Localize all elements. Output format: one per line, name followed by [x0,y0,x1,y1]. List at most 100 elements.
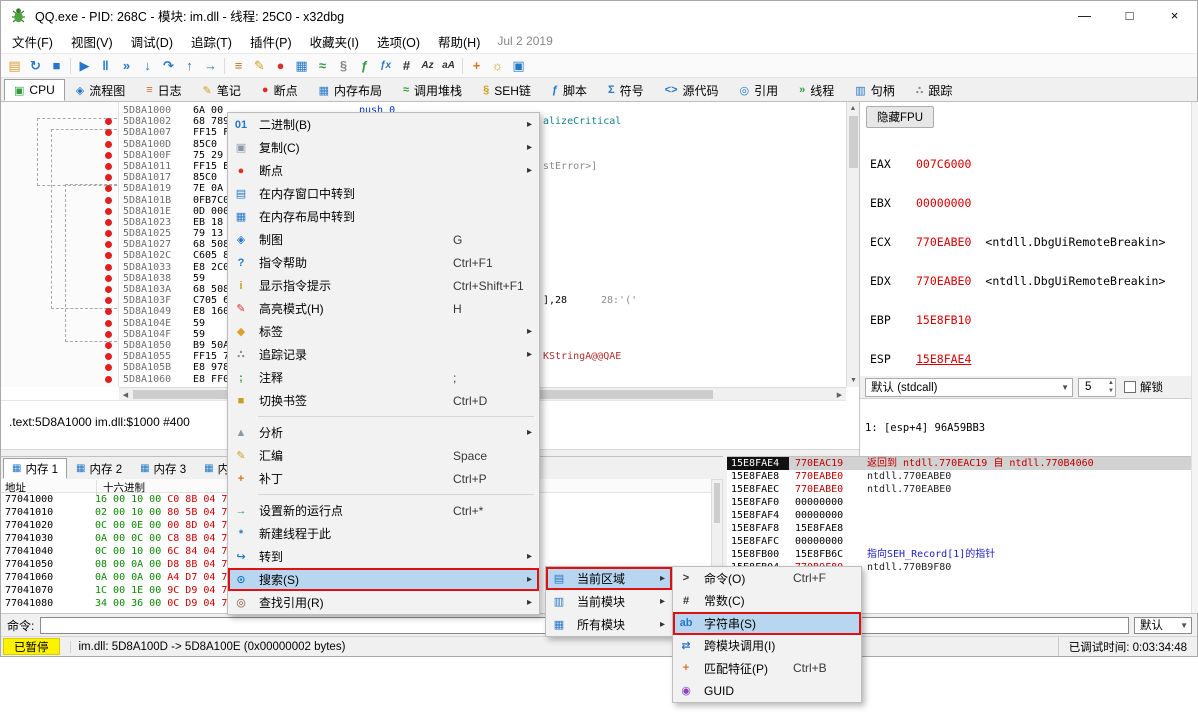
step-into-icon[interactable]: ↓ [137,55,158,76]
menu-item[interactable] [228,412,539,421]
memory-tab[interactable]: ▦ 内存 2 [67,458,131,479]
breakpoint-dot-icon[interactable] [105,331,112,338]
breakpoint-dot-icon[interactable] [105,208,112,215]
menubar-item[interactable]: 追踪(T) [182,29,241,54]
breakpoint-dot-icon[interactable] [105,353,112,360]
minimize-button[interactable]: — [1062,1,1107,29]
memory-tab[interactable]: ▦ 内存 1 [3,458,67,479]
view-tab[interactable]: ▦ 内存布局 [309,79,392,101]
checkbox-box[interactable] [1124,381,1136,393]
breakpoint-dot-icon[interactable] [105,185,112,192]
menu-item[interactable]: ◈ 制图 G [228,228,539,251]
stack-row[interactable]: 15E8FB0015E8FB6C指向SEH_Record[1]的指针 [727,548,1191,561]
menu-item[interactable]: ◎ 查找引用(R) ▸ [228,591,539,614]
view-tab[interactable]: ● 断点 [252,79,308,101]
stop-icon[interactable]: ■ [46,55,67,76]
skip-icon[interactable]: → [200,55,221,76]
run-trace-icon[interactable]: » [116,55,137,76]
stack-row[interactable]: 15E8FAE4770EAC19返回到 ntdll.770EAC19 自 ntd… [727,457,1191,470]
close-button[interactable]: × [1152,1,1197,29]
calling-convention-select[interactable]: 默认 (stdcall)▼ [865,378,1073,397]
view-tab[interactable]: Σ 符号 [598,79,654,101]
menu-item[interactable]: ▥ 当前模块 ▸ [546,590,672,613]
view-tab[interactable]: ▣ CPU [4,79,65,101]
fx-icon[interactable]: ƒx [375,55,396,76]
breakpoint-dot-icon[interactable] [105,320,112,327]
menu-item[interactable]: ● 断点 ▸ [228,159,539,182]
menu-item[interactable]: + 匹配特征(P) Ctrl+B [673,657,861,680]
view-tab[interactable]: § SEH链 [473,79,541,101]
breakpoint-dot-icon[interactable] [105,264,112,271]
script-icon[interactable]: ƒ [354,55,375,76]
menubar-item[interactable]: 选项(O) [368,29,429,54]
breakpoint-dot-icon[interactable] [105,364,112,371]
breakpoint-dot-icon[interactable] [105,197,112,204]
scroll-up-icon[interactable]: ▲ [847,102,859,115]
menubar-item[interactable]: 调试(D) [122,29,182,54]
menu-item[interactable]: ▣ 复制(C) ▸ [228,136,539,159]
log-icon[interactable]: ≡ [228,55,249,76]
registers-pane[interactable]: 隐藏FPU EAX007C6000 EBX00000000 ECX770EABE… [859,102,1191,376]
scroll-thumb[interactable] [849,116,858,168]
breakpoint-dot-icon[interactable] [105,376,112,383]
view-tab[interactable]: ∴ 跟踪 [906,79,963,101]
menubar-item[interactable]: 帮助(H) [429,29,489,54]
menu-item[interactable]: ⇄ 跨模块调用(I) [673,635,861,658]
stack-row[interactable]: 15E8FAF815E8FAE8 [727,522,1191,535]
menu-item[interactable]: ▦ 在内存布局中转到 [228,205,539,228]
menu-item[interactable]: → 设置新的运行点 Ctrl+* [228,499,539,522]
menu-item[interactable]: * 新建线程于此 [228,522,539,545]
menu-item[interactable]: ; 注释 ; [228,366,539,389]
breakpoint-dot-icon[interactable] [105,252,112,259]
menu-item[interactable]: ◉ GUID [673,680,861,703]
display-icon[interactable]: ▣ [508,55,529,76]
breakpoint-dot-icon[interactable] [105,129,112,136]
view-tab[interactable]: ƒ 脚本 [542,79,597,101]
stack-row[interactable]: 15E8FAFC00000000 [727,535,1191,548]
open-file-icon[interactable]: ▤ [4,55,25,76]
title-bar[interactable]: QQ.exe - PID: 268C - 模块: im.dll - 线程: 25… [1,1,1197,29]
toolbar-separator[interactable] [70,58,71,74]
menu-item[interactable]: ◆ 标签 ▸ [228,320,539,343]
step-over-icon[interactable]: ↷ [158,55,179,76]
menu-item[interactable]: 01 二进制(B) ▸ [228,113,539,136]
view-tab[interactable]: ≡ 日志 [136,79,191,101]
menu-item[interactable]: ab 字符串(S) [673,612,861,635]
menu-item[interactable]: ∴ 追踪记录 ▸ [228,343,539,366]
menu-item[interactable]: # 常数(C) [673,590,861,613]
call-stack-icon[interactable]: ≈ [312,55,333,76]
menu-item[interactable]: ✎ 汇编 Space [228,444,539,467]
breakpoint-dot-icon[interactable] [105,163,112,170]
view-tab[interactable]: <> 源代码 [655,79,729,101]
menubar-item[interactable]: 文件(F) [3,29,62,54]
restart-icon[interactable]: ↻ [25,55,46,76]
breakpoint-dot-icon[interactable] [105,118,112,125]
command-mode-select[interactable]: 默认▼ [1134,617,1192,634]
breakpoints-icon[interactable]: ● [270,55,291,76]
menu-item[interactable]: ⊙ 搜索(S) ▸ [228,568,539,591]
menubar-item[interactable]: 插件(P) [241,29,301,54]
menu-item[interactable]: ▤ 当前区域 ▸ [546,567,672,590]
menu-item[interactable]: ■ 切换书签 Ctrl+D [228,389,539,412]
breakpoint-dot-icon[interactable] [105,342,112,349]
stack-row[interactable]: 15E8FAEC770EABE0ntdll.770EABE0 [727,483,1191,496]
breakpoint-dot-icon[interactable] [105,141,112,148]
memory-tab[interactable]: ▦ 内存 3 [131,458,195,479]
stack-row[interactable]: 15E8FAE8770EABE0ntdll.770EABE0 [727,470,1191,483]
view-tab[interactable]: ✎ 笔记 [193,79,251,101]
settings-icon[interactable]: ☼ [487,55,508,76]
breakpoint-dot-icon[interactable] [105,241,112,248]
breakpoint-dot-icon[interactable] [105,174,112,181]
breakpoint-dot-icon[interactable] [105,275,112,282]
breakpoint-dot-icon[interactable] [105,286,112,293]
arguments-pane[interactable]: 1: [esp+4] 96A59BB3 2: [esp+8] 770EABE0 … [859,398,1191,456]
breakpoint-dot-icon[interactable] [105,152,112,159]
argument-count-stepper[interactable]: 5 ▲▼ [1078,378,1116,397]
memory-map-icon[interactable]: ▦ [291,55,312,76]
breakpoint-dot-icon[interactable] [105,297,112,304]
scroll-thumb[interactable] [714,483,720,523]
hide-fpu-button[interactable]: 隐藏FPU [866,106,934,128]
pause-icon[interactable]: ‖ [95,55,116,76]
view-tab[interactable]: ◈ 流程图 [66,79,135,101]
breakpoint-dot-icon[interactable] [105,219,112,226]
